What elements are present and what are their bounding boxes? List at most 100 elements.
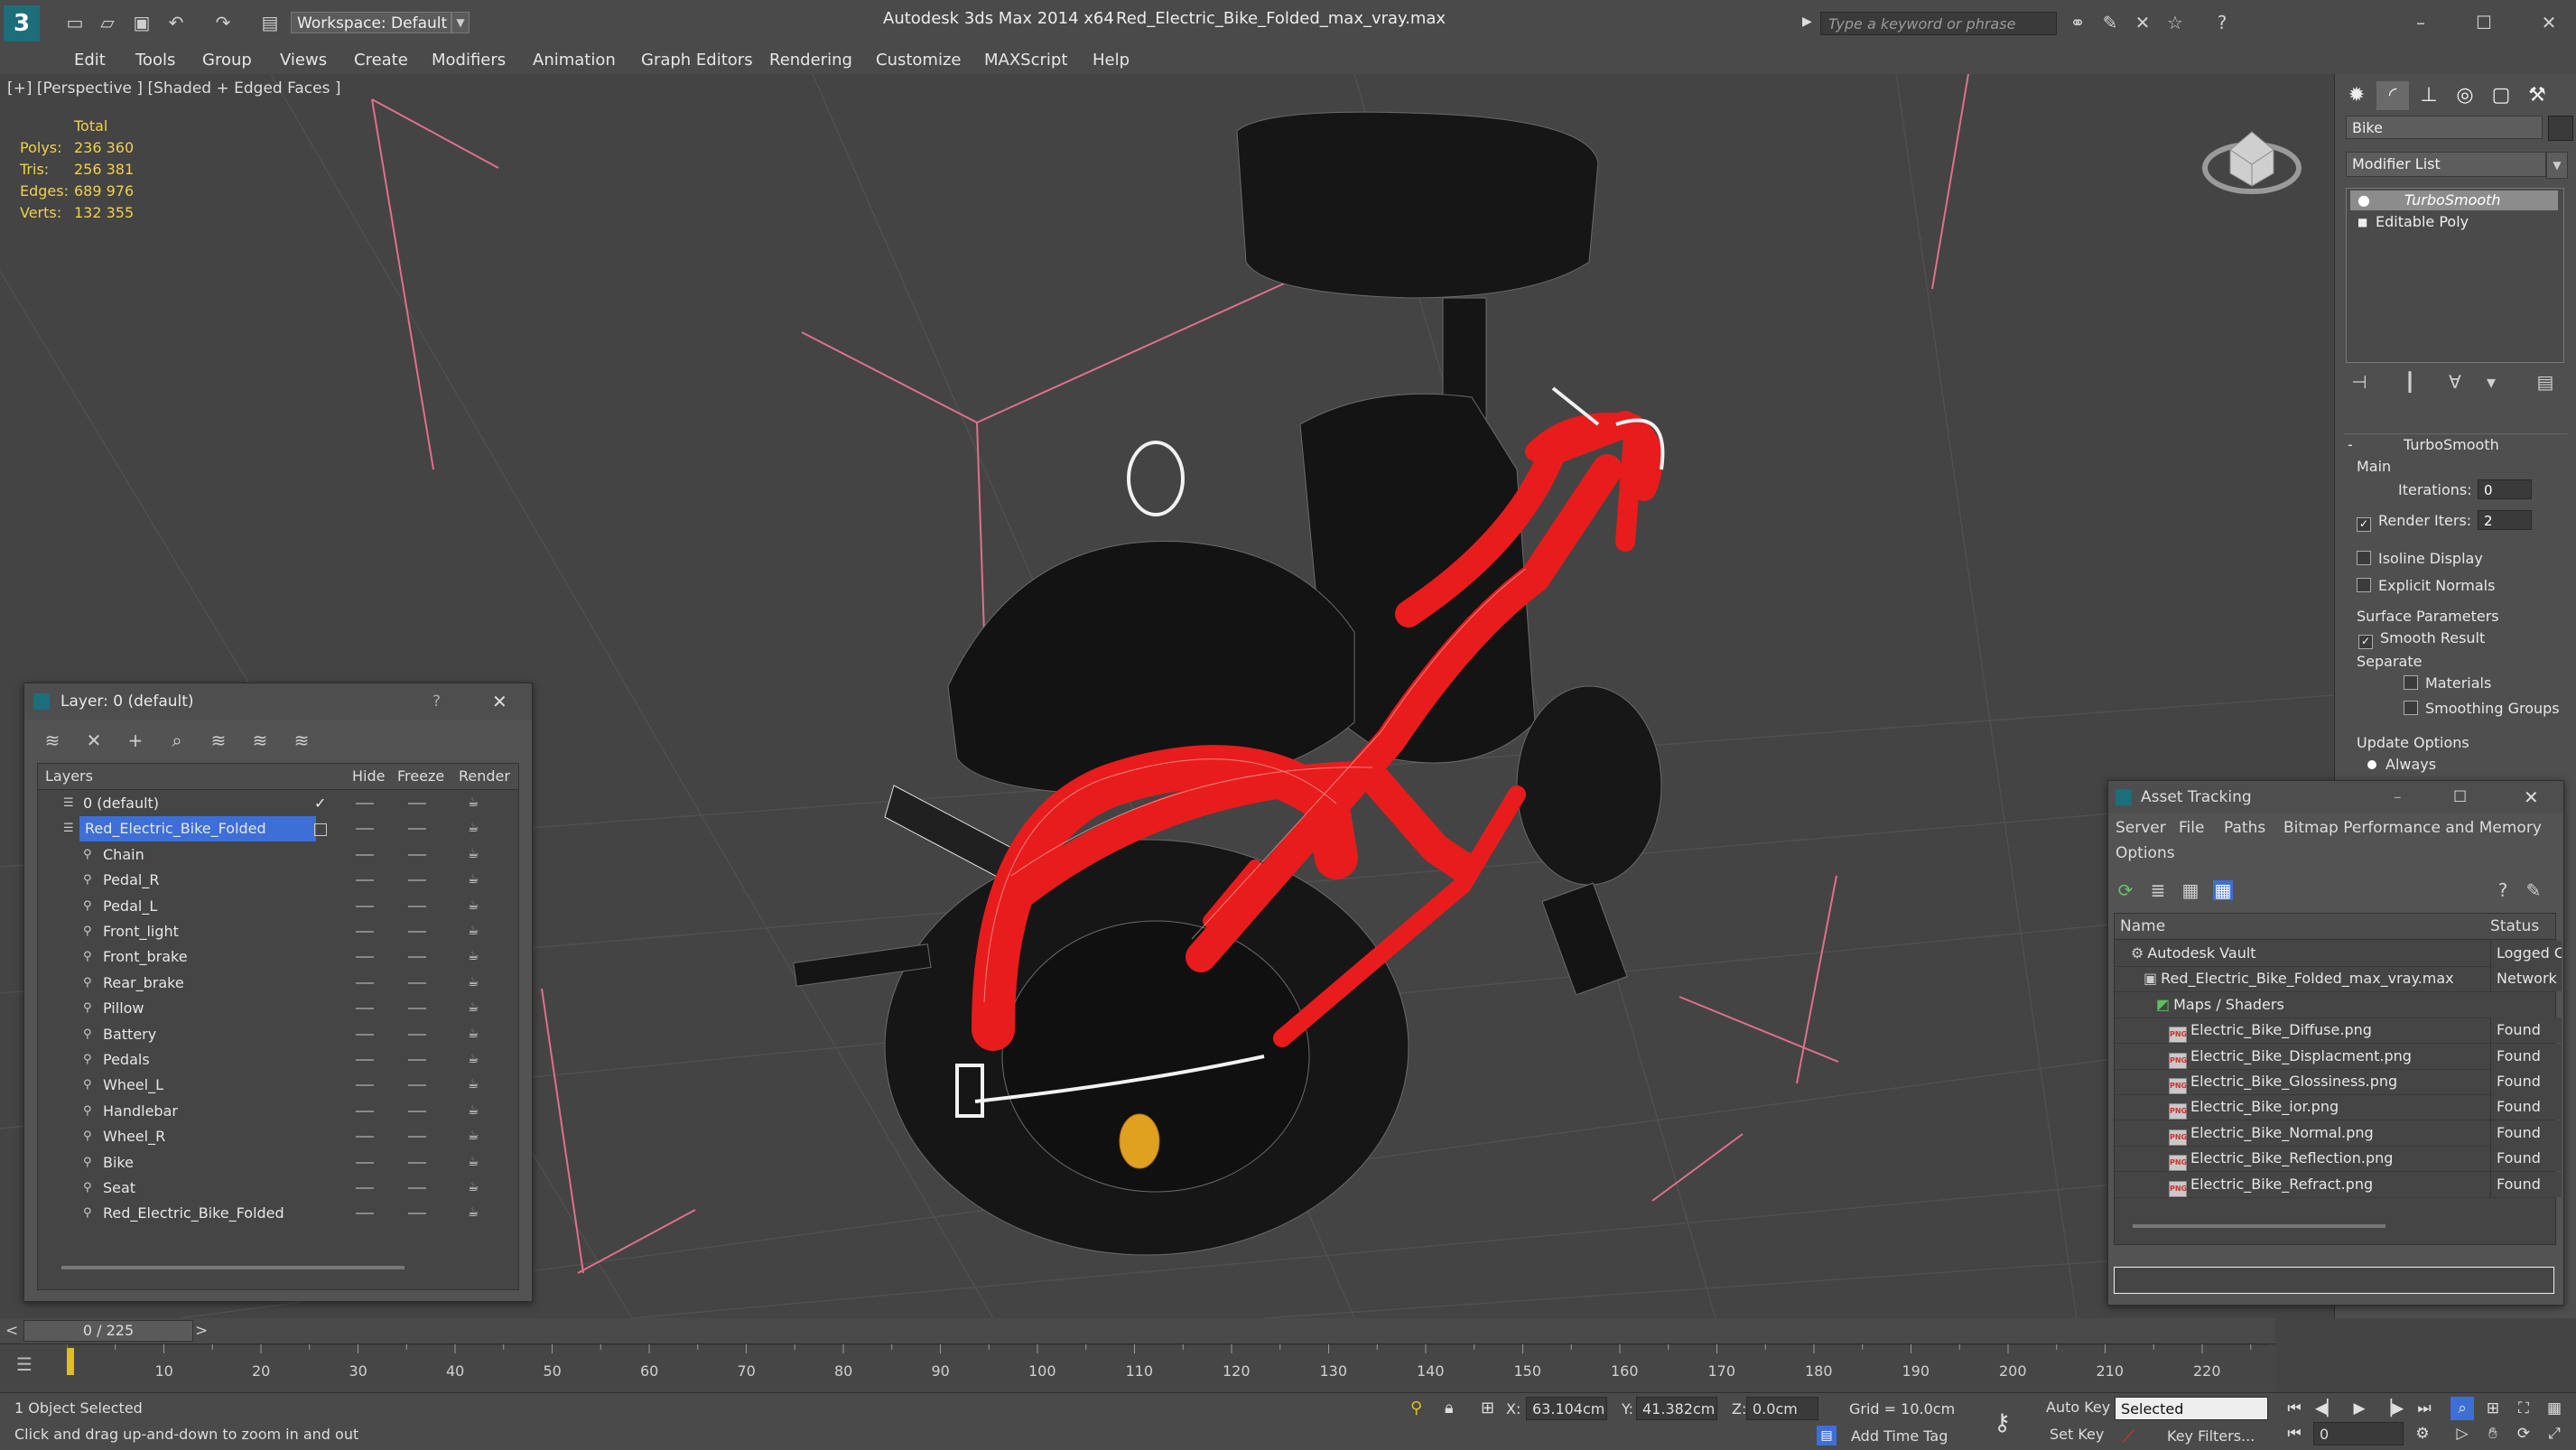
- create-tab-icon[interactable]: ✹: [2340, 81, 2373, 110]
- hide-toggle[interactable]: [356, 1033, 374, 1036]
- hide-toggle[interactable]: [356, 931, 374, 933]
- asset-row[interactable]: PNG Electric_Bike_Refract.png Found: [2115, 1171, 2562, 1198]
- layer-name[interactable]: Wheel_R: [103, 1124, 165, 1149]
- stack-item-editable-poly[interactable]: ■ Editable Poly: [2350, 212, 2558, 232]
- exchange-icon[interactable]: ✕: [2133, 13, 2153, 33]
- layer-row[interactable]: ⚲ Seat ☕︎: [38, 1176, 518, 1201]
- zoom-all-icon[interactable]: ⊞: [2481, 1397, 2505, 1420]
- col-status[interactable]: Status: [2490, 914, 2539, 939]
- layer-name[interactable]: Pedal_L: [103, 894, 157, 919]
- layer-row[interactable]: ⚲ Chain ☕︎: [38, 842, 518, 868]
- previous-frame-icon[interactable]: ◀▏: [2315, 1397, 2339, 1420]
- motion-tab-icon[interactable]: ◎: [2449, 81, 2481, 110]
- render-teapot-icon[interactable]: ☕︎: [468, 1156, 482, 1168]
- layer-row[interactable]: ⚲ Red_Electric_Bike_Folded ☕︎: [38, 1201, 518, 1226]
- x-coordinate-field[interactable]: 63.104cm: [1526, 1397, 1607, 1420]
- next-frame-icon[interactable]: ▕▶: [2380, 1397, 2404, 1420]
- layer-row[interactable]: ⚲ Handlebar ☕︎: [38, 1099, 518, 1124]
- maximize-icon[interactable]: ☐: [2474, 13, 2494, 33]
- hide-toggle[interactable]: [356, 1059, 374, 1061]
- render-teapot-icon[interactable]: ☕︎: [468, 1206, 482, 1219]
- render-iters-spinner[interactable]: 2: [2478, 510, 2532, 530]
- trackbar[interactable]: ☰ 10 20 30 40 50 60 70 80 90 100 110 120 130 140 150 16…: [0, 1343, 2275, 1393]
- render-teapot-icon[interactable]: ☕︎: [468, 873, 482, 886]
- layer-window-close-icon[interactable]: ✕: [492, 683, 507, 720]
- asset-menu-options[interactable]: Options: [2116, 844, 2175, 862]
- asset-minimize-icon[interactable]: –: [2394, 781, 2402, 813]
- col-name[interactable]: Name: [2120, 914, 2165, 939]
- layer-row[interactable]: ☰ Red_Electric_Bike_Folded ☕︎: [38, 816, 518, 842]
- undo-icon[interactable]: ↶: [166, 13, 186, 33]
- pan-icon[interactable]: ✋︎: [2481, 1422, 2505, 1445]
- layer-row[interactable]: ⚲ Front_brake ☕︎: [38, 944, 518, 970]
- hide-toggle[interactable]: [356, 803, 374, 804]
- menu-edit[interactable]: Edit: [74, 51, 106, 70]
- freeze-toggle[interactable]: [408, 1161, 426, 1164]
- turbosmooth-title[interactable]: TurboSmooth: [2404, 436, 2499, 453]
- layer-name[interactable]: Pillow: [103, 996, 144, 1021]
- absolute-mode-icon[interactable]: ⊞: [1481, 1399, 1494, 1417]
- modifier-list-dropdown[interactable]: Modifier List: [2346, 152, 2546, 177]
- render-teapot-icon[interactable]: ☕︎: [468, 796, 482, 809]
- hide-toggle[interactable]: [356, 981, 374, 984]
- asset-row[interactable]: ▣ Red_Electric_Bike_Folded_max_vray.max Ne…: [2115, 966, 2562, 993]
- hide-all-layers-icon[interactable]: ≋: [250, 730, 270, 750]
- select-objects-icon[interactable]: ⌕: [167, 730, 187, 750]
- render-teapot-icon[interactable]: ☕︎: [468, 950, 482, 962]
- layer-name[interactable]: Front_light: [103, 919, 179, 944]
- render-teapot-icon[interactable]: ☕︎: [468, 976, 482, 989]
- hide-toggle[interactable]: [356, 1213, 374, 1215]
- project-folder-icon[interactable]: ▤: [260, 13, 280, 33]
- set-key-button[interactable]: Set Key: [2050, 1426, 2104, 1443]
- object-color-swatch[interactable]: [2548, 116, 2573, 141]
- app-logo-icon[interactable]: 3: [4, 5, 40, 42]
- stack-item-turbosmooth[interactable]: ● TurboSmooth: [2350, 191, 2558, 210]
- col-layers[interactable]: Layers: [45, 764, 93, 789]
- menu-customize[interactable]: Customize: [876, 51, 961, 70]
- freeze-toggle[interactable]: [408, 1059, 426, 1061]
- freeze-toggle[interactable]: [408, 956, 426, 959]
- workspace-dropdown[interactable]: Workspace: Default: [291, 12, 451, 33]
- active-layer-check-icon[interactable]: ✓: [314, 791, 326, 816]
- asset-close-icon[interactable]: ✕: [2524, 781, 2539, 813]
- asset-row[interactable]: PNG Electric_Bike_Glossiness.png Found: [2115, 1069, 2562, 1095]
- render-teapot-icon[interactable]: ☕︎: [468, 1027, 482, 1040]
- remove-modifier-icon[interactable]: ▾: [2481, 372, 2501, 392]
- hide-toggle[interactable]: [356, 879, 374, 882]
- time-next-icon[interactable]: >: [195, 1322, 208, 1340]
- freeze-toggle[interactable]: [408, 1084, 426, 1087]
- pin-stack-icon[interactable]: ⊣: [2349, 372, 2369, 392]
- menu-animation[interactable]: Animation: [533, 51, 616, 70]
- asset-menu-paths[interactable]: Paths: [2224, 819, 2265, 837]
- smoothing-groups-checkbox[interactable]: Smoothing Groups: [2404, 700, 2560, 717]
- layer-row[interactable]: ⚲ Pillow ☕︎: [38, 996, 518, 1021]
- layer-name[interactable]: Red_Electric_Bike_Folded: [79, 816, 316, 842]
- menu-tools[interactable]: Tools: [135, 51, 175, 70]
- asset-row[interactable]: PNG Electric_Bike_Normal.png Found: [2115, 1120, 2562, 1147]
- add-to-layer-icon[interactable]: +: [126, 730, 145, 750]
- layer-row[interactable]: ⚲ Bike ☕︎: [38, 1150, 518, 1176]
- search-input[interactable]: Type a keyword or phrase: [1820, 12, 2057, 35]
- render-teapot-icon[interactable]: ☕︎: [468, 1001, 482, 1014]
- save-file-icon[interactable]: ▣: [132, 13, 152, 33]
- always-radio[interactable]: Always: [2367, 756, 2436, 773]
- layer-name[interactable]: Bike: [103, 1150, 134, 1176]
- play-icon[interactable]: ▶: [2348, 1397, 2371, 1420]
- asset-help-icon[interactable]: ?: [2493, 880, 2513, 900]
- rollout-collapse-icon[interactable]: -: [2348, 436, 2353, 453]
- show-end-result-icon[interactable]: ┃: [2400, 372, 2420, 392]
- freeze-toggle[interactable]: [408, 1136, 426, 1139]
- isoline-display-checkbox[interactable]: Isoline Display: [2357, 550, 2483, 567]
- freeze-toggle[interactable]: [408, 1187, 426, 1189]
- redo-icon[interactable]: ↷: [213, 13, 233, 33]
- smooth-result-checkbox[interactable]: ✓ Smooth Result: [2358, 629, 2485, 649]
- materials-checkbox[interactable]: Materials: [2404, 674, 2491, 692]
- time-prev-icon[interactable]: <: [5, 1322, 18, 1340]
- freeze-toggle[interactable]: [408, 931, 426, 933]
- create-layer-icon[interactable]: ≋: [42, 730, 62, 750]
- render-teapot-icon[interactable]: ☕︎: [468, 848, 482, 860]
- zoom-icon[interactable]: ⌕: [2450, 1397, 2474, 1420]
- isolate-icon[interactable]: ⚲: [1410, 1399, 1422, 1417]
- viewport-label[interactable]: [+] [Perspective ] [Shaded + Edged Faces…: [7, 79, 340, 98]
- menu-graph-editors[interactable]: Graph Editors: [641, 51, 753, 70]
